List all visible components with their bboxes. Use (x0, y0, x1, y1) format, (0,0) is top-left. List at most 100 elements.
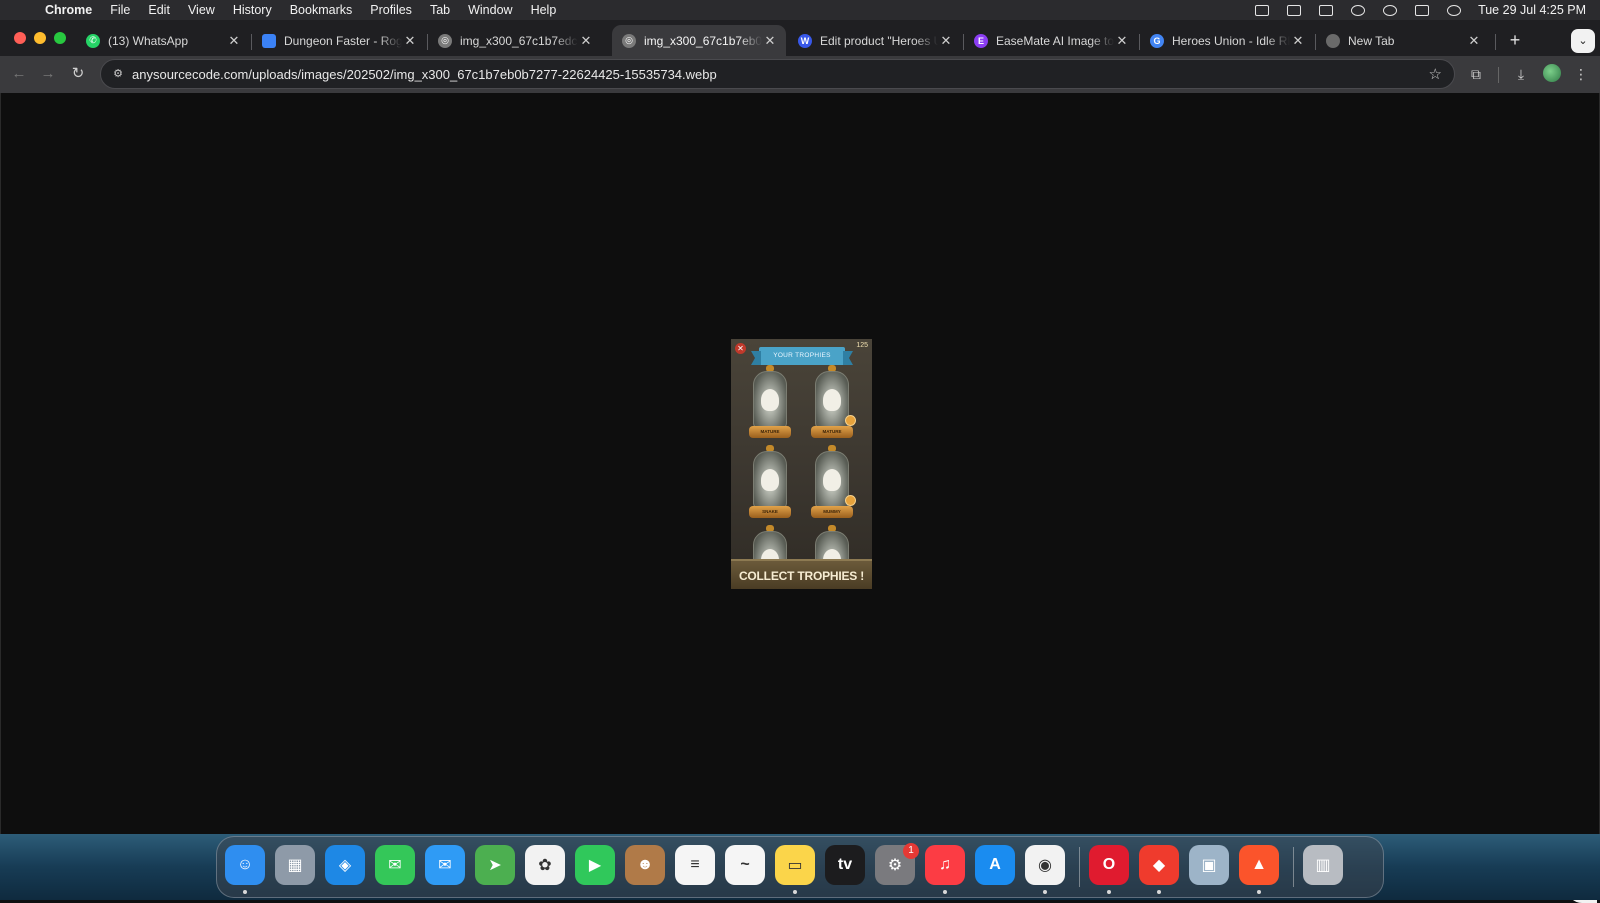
close-icon: ✕ (735, 343, 746, 354)
anydesk-icon[interactable]: ◆ (1139, 845, 1179, 885)
tab-easemate[interactable]: E EaseMate AI Image to Text ✕ (964, 25, 1138, 56)
contacts-icon[interactable]: ☻ (625, 845, 665, 885)
apple-tv-icon[interactable]: tv (825, 845, 865, 885)
close-icon[interactable]: ✕ (938, 33, 954, 49)
tab-heroes-union[interactable]: G Heroes Union - Idle RPG ✕ (1140, 25, 1314, 56)
jar-label: MUMMY (823, 509, 841, 514)
keyboard-icon[interactable] (1255, 4, 1270, 16)
address-bar[interactable]: ⚙ anysourcecode.com/uploads/images/20250… (100, 59, 1455, 89)
macos-menu-bar: Chrome File Edit View History Bookmarks … (0, 0, 1600, 20)
minimize-window-button[interactable] (34, 32, 46, 44)
reminders-icon[interactable]: ≡ (675, 845, 715, 885)
chrome-icon[interactable]: ◉ (1025, 845, 1065, 885)
menu-window[interactable]: Window (459, 3, 521, 17)
tab-title: img_x300_67c1b7eb0b7 (644, 33, 762, 48)
window-controls (14, 32, 66, 44)
trophies-banner: YOUR TROPHIES (759, 347, 845, 365)
mail-icon[interactable]: ✉ (425, 845, 465, 885)
menu-edit[interactable]: Edit (139, 3, 179, 17)
forward-button[interactable]: → (37, 63, 59, 85)
notification-badge: 1 (903, 843, 919, 859)
close-icon[interactable]: ✕ (1466, 33, 1482, 49)
tab-img-active[interactable]: ◎ img_x300_67c1b7eb0b7 ✕ (612, 25, 786, 56)
screen-mirroring-icon[interactable] (1287, 4, 1302, 16)
menu-history[interactable]: History (224, 3, 281, 17)
trophy-badge-icon (845, 495, 856, 506)
webp-image[interactable]: ✕ 125 YOUR TROPHIES MATURE MATURE SNAKE … (731, 339, 872, 589)
running-indicator (1107, 890, 1111, 894)
system-settings-icon[interactable]: ⚙ 1 (875, 843, 919, 885)
menu-profiles[interactable]: Profiles (361, 3, 421, 17)
url-host: anysourcecode.com (132, 67, 249, 82)
trash-icon[interactable]: ▥ (1303, 845, 1343, 885)
safari-icon[interactable]: ◈ (325, 845, 365, 885)
site-info-icon[interactable]: ⚙ (111, 67, 125, 81)
zoom-window-button[interactable] (54, 32, 66, 44)
photos-icon[interactable]: ✿ (525, 845, 565, 885)
browser-toolbar: ← → ↻ ⚙ anysourcecode.com/uploads/images… (0, 56, 1600, 93)
tab-whatsapp[interactable]: ✆ (13) WhatsApp ✕ (76, 25, 250, 56)
opera-icon[interactable]: O (1089, 845, 1129, 885)
music-icon[interactable]: ♫ (925, 845, 965, 885)
dock-divider (1079, 847, 1080, 887)
running-indicator (943, 890, 947, 894)
notes-icon[interactable]: ▭ (775, 845, 815, 885)
close-icon[interactable]: ✕ (1290, 33, 1306, 49)
close-icon[interactable]: ✕ (762, 33, 778, 49)
wifi-icon[interactable] (1351, 4, 1366, 16)
brave-icon[interactable]: ▲ (1239, 845, 1279, 885)
tab-img-1[interactable]: ◎ img_x300_67c1b7edc3a ✕ (428, 25, 602, 56)
downloads-icon[interactable]: ⤓ (1510, 63, 1532, 85)
siri-icon[interactable] (1447, 4, 1462, 16)
tab-title: img_x300_67c1b7edc3a (460, 33, 578, 48)
finder-icon[interactable]: ☺ (225, 845, 265, 885)
menu-tab[interactable]: Tab (421, 3, 459, 17)
tab-title: Heroes Union - Idle RPG (1172, 33, 1290, 48)
back-button[interactable]: ← (8, 63, 30, 85)
tab-dungeon-faster[interactable]: Dungeon Faster - Roguelike ✕ (252, 25, 426, 56)
new-tab-button[interactable]: + (1504, 29, 1526, 51)
url-path: /uploads/images/202502/img_x300_67c1b7eb… (248, 67, 717, 82)
reload-button[interactable]: ↻ (67, 63, 89, 85)
menu-help[interactable]: Help (522, 3, 566, 17)
chrome-newtab-icon (1326, 33, 1340, 48)
chrome-menu-icon[interactable]: ⋮ (1570, 63, 1592, 85)
menu-file[interactable]: File (101, 3, 139, 17)
spotlight-search-icon[interactable] (1383, 4, 1398, 16)
facetime-icon[interactable]: ▶ (575, 845, 615, 885)
close-icon[interactable]: ✕ (1114, 33, 1130, 49)
profile-avatar[interactable] (1543, 64, 1561, 82)
bookmark-star-icon[interactable]: ☆ (1429, 65, 1442, 83)
menu-bar-clock[interactable]: Tue 29 Jul 4:25 PM (1478, 3, 1586, 17)
app-menu-chrome[interactable]: Chrome (36, 3, 101, 17)
menu-view[interactable]: View (179, 3, 224, 17)
menu-bookmarks[interactable]: Bookmarks (281, 3, 362, 17)
tab-title: EaseMate AI Image to Text (996, 33, 1114, 48)
page-viewport: ✕ 125 YOUR TROPHIES MATURE MATURE SNAKE … (0, 93, 1600, 903)
jar-label: MATURE (822, 429, 842, 434)
close-window-button[interactable] (14, 32, 26, 44)
maps-icon[interactable]: ➤ (475, 845, 515, 885)
tab-search-button[interactable]: ⌄ (1571, 29, 1595, 53)
preview-icon[interactable]: ▣ (1189, 845, 1229, 885)
tab-separator (1495, 34, 1496, 50)
messages-icon[interactable]: ✉ (375, 845, 415, 885)
tab-edit-product[interactable]: W Edit product "Heroes Union ✕ (788, 25, 962, 56)
url-text[interactable]: anysourcecode.com/uploads/images/202502/… (132, 67, 717, 82)
globe-icon: ◎ (622, 33, 636, 48)
running-indicator (243, 890, 247, 894)
running-indicator (1257, 890, 1261, 894)
close-icon[interactable]: ✕ (226, 33, 242, 49)
extensions-icon[interactable]: ⧉ (1465, 63, 1487, 85)
jar-label: SNAKE (762, 509, 778, 514)
app-store-icon[interactable]: A (975, 845, 1015, 885)
running-indicator (1157, 890, 1161, 894)
tab-new-tab[interactable]: New Tab ✕ (1316, 25, 1490, 56)
close-icon[interactable]: ✕ (402, 33, 418, 49)
launchpad-icon[interactable]: ▦ (275, 845, 315, 885)
display-icon[interactable] (1319, 4, 1334, 16)
control-center-icon[interactable] (1415, 4, 1430, 16)
freeform-icon[interactable]: ~ (725, 845, 765, 885)
tab-strip: ✆ (13) WhatsApp ✕ Dungeon Faster - Rogue… (0, 20, 1600, 56)
close-icon[interactable]: ✕ (578, 33, 594, 49)
